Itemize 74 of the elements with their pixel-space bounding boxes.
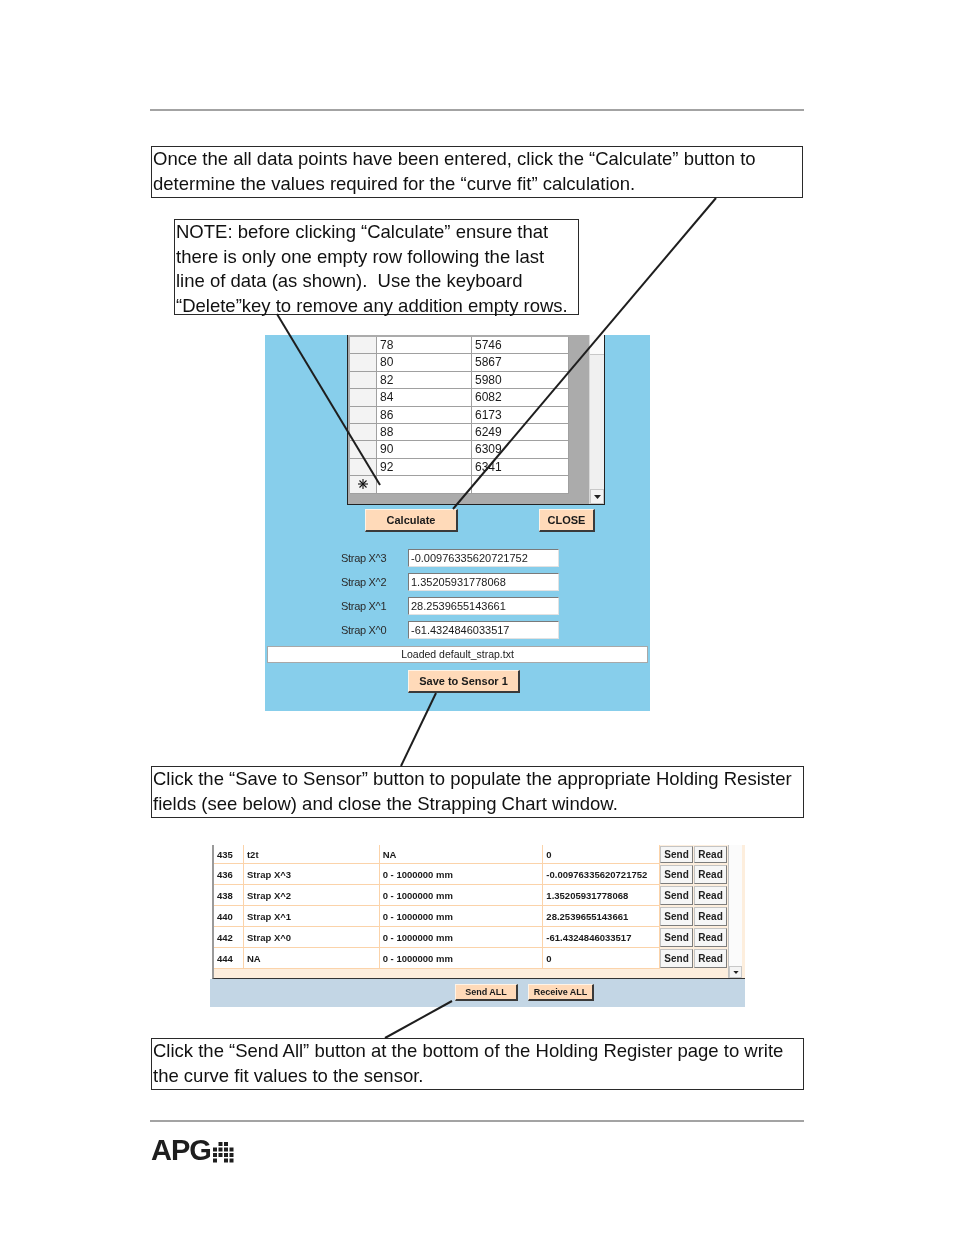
table-cell: NA [243,948,380,969]
table-cell: 1.35205931778068 [543,885,661,906]
send-button[interactable]: Send [660,846,694,863]
table-cell: Strap X^1 [243,906,380,927]
send-button[interactable]: Send [660,865,694,884]
field-label: Strap X^3 [341,552,388,564]
table-cell: 435 [214,845,244,864]
caret-icon [732,970,739,974]
table-cell: 0 - 1000000 mm [379,948,544,969]
action-button[interactable]: Send ALL [455,984,518,1001]
scroll-down-button[interactable] [729,966,742,978]
table-cell: 80 [377,354,472,372]
table-cell: 442 [214,927,244,948]
read-button[interactable]: Read [694,865,727,884]
table-cell: Strap X^3 [243,864,380,885]
table-cell: t2t [243,845,380,864]
text-field[interactable]: -61.4324846033517 [408,621,559,639]
read-button[interactable]: Read [694,886,727,905]
leader-line [384,1000,453,1039]
callout-text: Click the “Save to Sensor” button to populate the appropriate Holding Resister fields (see below) and close the Strapping Chart window. [151,766,804,818]
table-cell: 28.2539655143661 [543,906,661,927]
field-label: Strap X^0 [341,624,388,636]
caret-icon [593,494,601,499]
logo-grid-icon [212,1142,234,1163]
table-cell: 436 [214,864,244,885]
scrollbar[interactable] [728,845,742,978]
table-cell: -0.00976335620721752 [543,864,661,885]
table-cell: 0 - 1000000 mm [379,927,544,948]
table-cell: 90 [377,441,472,459]
read-button[interactable]: Read [694,949,727,968]
table-cell: 84 [377,389,472,407]
table-cell: 5867 [472,354,569,372]
read-button[interactable]: Read [694,846,727,863]
table-cell: 6082 [472,389,569,407]
table-cell: 6309 [472,441,569,459]
send-button[interactable]: Send [660,907,694,926]
table-cell: 0 - 1000000 mm [379,864,544,885]
table-cell: 438 [214,885,244,906]
action-button[interactable]: Calculate [365,509,458,532]
scroll-down-button[interactable] [590,489,604,504]
row-header[interactable] [350,476,377,494]
field-label: Strap X^1 [341,600,388,612]
save-button[interactable]: Save to Sensor 1 [408,670,520,693]
table-cell: -61.4324846033517 [543,927,661,948]
table-cell: 0 [543,948,661,969]
table-cell: 444 [214,948,244,969]
table-cell: 440 [214,906,244,927]
table-cell: 0 - 1000000 mm [379,885,544,906]
callout-text: Click the “Send All” button at the bottom of the Holding Register page to write the curve fit values to the sensor. [151,1038,804,1090]
send-button[interactable]: Send [660,886,694,905]
table-cell: 78 [377,337,472,355]
status-bar: Loaded default_strap.txt [267,646,648,663]
scrollbar[interactable] [589,335,604,504]
text-field[interactable]: 1.35205931778068 [408,573,559,591]
read-button[interactable]: Read [694,907,727,926]
send-button[interactable]: Send [660,928,694,947]
text-field[interactable]: 28.2539655143661 [408,597,559,615]
read-button[interactable]: Read [694,928,727,947]
table-cell: Strap X^0 [243,927,380,948]
text-field[interactable]: -0.00976335620721752 [408,549,559,567]
logo-text: APG [151,1138,211,1163]
callout-text: NOTE: before clicking “Calculate” ensure that there is only one empty row following the last line of data (as shown). Use the keyboard “Delete”key to remove any addition empty rows. [174,219,579,315]
action-button[interactable]: CLOSE [539,509,595,532]
table-cell: 0 - 1000000 mm [379,906,544,927]
send-button[interactable]: Send [660,949,694,968]
action-button[interactable]: Receive ALL [528,984,594,1001]
callout-text: Once the all data points have been entered, click the “Calculate” button to determine the values required for the “curve fit” calculation. [151,146,803,198]
asterisk-icon [358,479,368,490]
table-cell: Strap X^2 [243,885,380,906]
field-label: Strap X^2 [341,576,388,588]
table-cell: 5746 [472,337,569,355]
table-cell: NA [379,845,544,864]
row-header[interactable] [350,441,377,459]
table-cell: 0 [543,845,661,864]
